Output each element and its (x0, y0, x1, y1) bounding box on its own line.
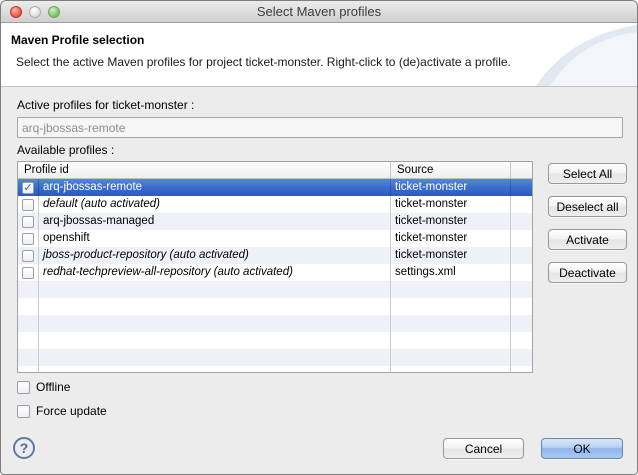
source-cell[interactable]: ticket-monster (391, 179, 511, 196)
dialog-banner: Maven Profile selection Select the activ… (1, 23, 637, 87)
source-cell[interactable]: ticket-monster (391, 230, 511, 247)
source-cell[interactable]: ticket-monster (391, 213, 511, 230)
profile-id-cell (39, 332, 391, 349)
cancel-button[interactable]: Cancel (443, 438, 524, 459)
row-checkbox[interactable]: ✓ (22, 182, 34, 194)
source-cell[interactable]: settings.xml (391, 264, 511, 281)
filler-cell (511, 366, 532, 373)
row-checkbox-cell (18, 349, 39, 366)
table-row[interactable]: ✓ arq-jbossas-remoteticket-monster (18, 179, 532, 196)
filler-cell (511, 196, 532, 213)
table-row-empty (18, 366, 532, 373)
filler-cell (511, 315, 532, 332)
deselect-all-button[interactable]: Deselect all (548, 196, 627, 217)
active-profiles-label: Active profiles for ticket-monster : (17, 98, 194, 112)
table-header: Profile id Source (18, 162, 532, 179)
source-cell (391, 281, 511, 298)
available-profiles-label: Available profiles : (17, 143, 114, 157)
offline-checkbox[interactable] (17, 381, 30, 394)
row-checkbox-cell: ✓ (18, 179, 39, 196)
row-checkbox-cell (18, 247, 39, 264)
source-cell (391, 349, 511, 366)
table-row-empty (18, 349, 532, 366)
profile-id-cell[interactable]: arq-jbossas-managed (39, 213, 391, 230)
profile-id-cell (39, 281, 391, 298)
table-row-empty (18, 332, 532, 349)
row-checkbox-cell (18, 332, 39, 349)
profile-id-cell (39, 298, 391, 315)
select-all-button[interactable]: Select All (548, 163, 627, 184)
active-profiles-input[interactable] (17, 117, 623, 138)
window-title: Select Maven profiles (1, 1, 637, 23)
filler-cell (511, 179, 532, 196)
profile-id-cell[interactable]: redhat-techpreview-all-repository (auto … (39, 264, 391, 281)
row-checkbox-cell (18, 366, 39, 373)
banner-description: Select the active Maven profiles for pro… (16, 55, 511, 69)
table-row[interactable]: default (auto activated)ticket-monster (18, 196, 532, 213)
table-row-empty (18, 315, 532, 332)
offline-label: Offline (36, 380, 70, 394)
column-header-filler (511, 162, 532, 178)
filler-cell (511, 230, 532, 247)
table-row[interactable]: openshiftticket-monster (18, 230, 532, 247)
filler-cell (511, 247, 532, 264)
profiles-table: Profile id Source ✓arq-jbossas-remotetic… (17, 161, 533, 373)
table-row[interactable]: redhat-techpreview-all-repository (auto … (18, 264, 532, 281)
row-checkbox[interactable] (22, 233, 34, 245)
profile-id-cell[interactable]: openshift (39, 230, 391, 247)
force-update-option: Force update (17, 404, 107, 418)
row-checkbox[interactable] (22, 267, 34, 279)
profile-id-cell[interactable]: default (auto activated) (39, 196, 391, 213)
source-cell (391, 315, 511, 332)
force-update-checkbox[interactable] (17, 405, 30, 418)
profile-id-cell (39, 315, 391, 332)
filler-cell (511, 349, 532, 366)
banner-title: Maven Profile selection (11, 33, 144, 47)
row-checkbox-cell (18, 281, 39, 298)
activate-button[interactable]: Activate (548, 229, 627, 250)
source-cell (391, 298, 511, 315)
column-header-profile-id[interactable]: Profile id (18, 162, 391, 178)
source-cell[interactable]: ticket-monster (391, 247, 511, 264)
deactivate-button[interactable]: Deactivate (548, 262, 627, 283)
side-button-column: Select All Deselect all Activate Deactivate (548, 163, 627, 295)
filler-cell (511, 298, 532, 315)
profile-id-cell[interactable]: arq-jbossas-remote (39, 179, 391, 196)
filler-cell (511, 213, 532, 230)
force-update-label: Force update (36, 404, 107, 418)
row-checkbox[interactable] (22, 199, 34, 211)
table-row[interactable]: arq-jbossas-managedticket-monster (18, 213, 532, 230)
table-row-empty (18, 281, 532, 298)
offline-option: Offline (17, 380, 107, 394)
row-checkbox-cell (18, 213, 39, 230)
row-checkbox-cell (18, 196, 39, 213)
table-row[interactable]: jboss-product-repository (auto activated… (18, 247, 532, 264)
table-body: ✓arq-jbossas-remoteticket-monsterdefault… (18, 179, 532, 373)
row-checkbox[interactable] (22, 250, 34, 262)
maven-profiles-dialog: Select Maven profiles Maven Profile sele… (0, 0, 638, 475)
row-checkbox[interactable] (22, 216, 34, 228)
ok-button[interactable]: OK (541, 438, 623, 459)
source-cell[interactable]: ticket-monster (391, 196, 511, 213)
source-cell (391, 366, 511, 373)
row-checkbox-cell (18, 230, 39, 247)
filler-cell (511, 281, 532, 298)
row-checkbox-cell (18, 315, 39, 332)
help-button[interactable]: ? (13, 437, 35, 459)
titlebar: Select Maven profiles (1, 1, 637, 23)
row-checkbox-cell (18, 298, 39, 315)
option-checkboxes: Offline Force update (17, 380, 107, 428)
filler-cell (511, 332, 532, 349)
filler-cell (511, 264, 532, 281)
column-header-source[interactable]: Source (391, 162, 511, 178)
table-row-empty (18, 298, 532, 315)
profile-id-cell (39, 366, 391, 373)
profile-id-cell[interactable]: jboss-product-repository (auto activated… (39, 247, 391, 264)
row-checkbox-cell (18, 264, 39, 281)
profile-id-cell (39, 349, 391, 366)
source-cell (391, 332, 511, 349)
